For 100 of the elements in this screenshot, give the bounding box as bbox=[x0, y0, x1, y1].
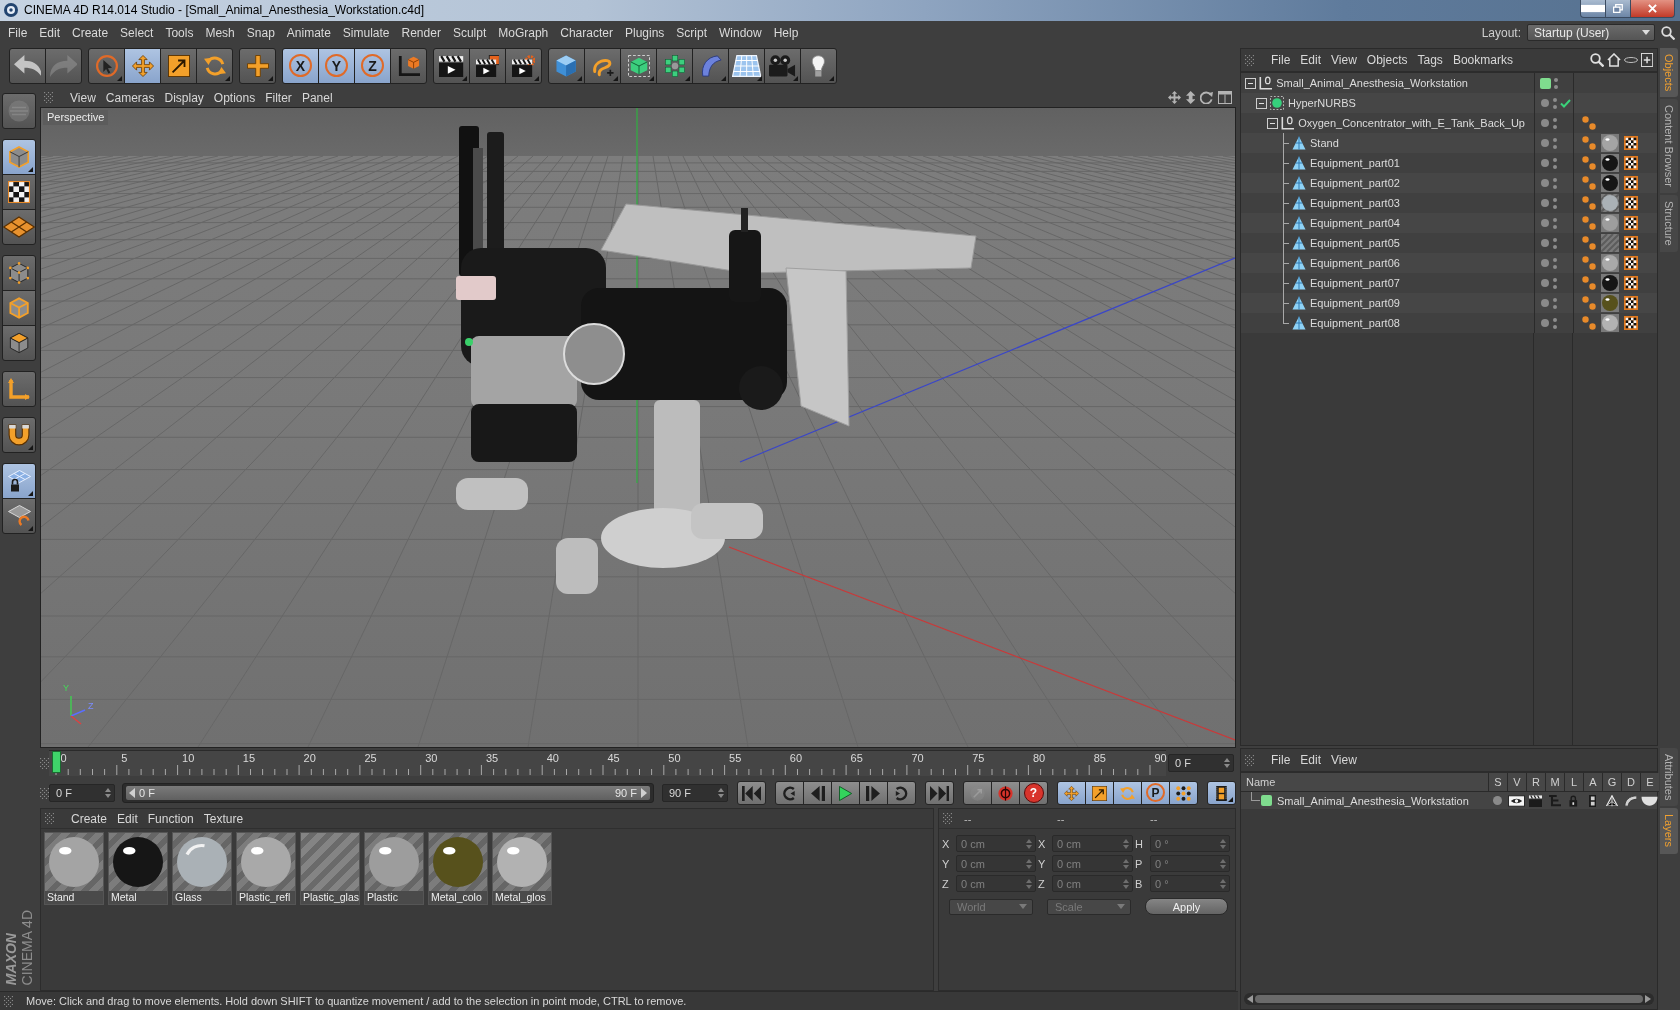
layer-dot-icon[interactable] bbox=[1541, 319, 1549, 327]
menu-item[interactable]: File bbox=[1266, 53, 1296, 67]
menu-item[interactable]: MoGraph bbox=[492, 22, 555, 43]
layer-dot-icon[interactable] bbox=[1541, 139, 1549, 147]
object-row[interactable]: Equipment_part05 bbox=[1241, 233, 1657, 253]
menu-item[interactable]: Script bbox=[670, 22, 713, 43]
menu-item[interactable]: Cameras bbox=[100, 90, 160, 105]
maximize-view-icon[interactable] bbox=[1218, 91, 1232, 104]
side-tab[interactable]: Structure bbox=[1660, 195, 1678, 252]
axis-lock-button[interactable]: Y bbox=[318, 48, 355, 84]
material-swatch[interactable]: Plastic bbox=[364, 832, 424, 905]
play-button[interactable] bbox=[831, 781, 860, 805]
menu-item[interactable]: Texture bbox=[198, 811, 249, 826]
next-frame-button[interactable] bbox=[859, 781, 888, 805]
visibility-dots-icon[interactable] bbox=[1553, 117, 1557, 129]
key-rotate-button[interactable] bbox=[1113, 781, 1142, 805]
nurbs-button[interactable] bbox=[620, 48, 657, 84]
checker-tag-icon[interactable] bbox=[1624, 296, 1638, 310]
array-button[interactable] bbox=[656, 48, 693, 84]
menu-item[interactable]: Plugins bbox=[618, 22, 671, 43]
layer-swatch-icon[interactable] bbox=[1261, 795, 1272, 806]
menu-item[interactable]: Animate bbox=[280, 22, 337, 43]
home-icon[interactable] bbox=[1606, 53, 1621, 67]
snap-settings-button[interactable] bbox=[2, 498, 36, 534]
side-tab[interactable]: Attributes bbox=[1660, 748, 1678, 807]
bowl-icon[interactable] bbox=[1641, 794, 1658, 807]
prev-frame-button[interactable] bbox=[803, 781, 832, 805]
snap-button[interactable] bbox=[2, 463, 36, 499]
visibility-dots-icon[interactable] bbox=[1553, 297, 1557, 309]
horizontal-scrollbar[interactable] bbox=[1244, 993, 1654, 1005]
model-button[interactable] bbox=[2, 139, 36, 175]
grip-icon[interactable] bbox=[943, 813, 952, 824]
menu-item[interactable]: Character bbox=[554, 22, 619, 43]
visibility-dots-icon[interactable] bbox=[1553, 217, 1557, 229]
menu-item[interactable]: View bbox=[1326, 53, 1362, 67]
clapper-icon[interactable] bbox=[1528, 794, 1543, 807]
object-row[interactable]: Equipment_part06 bbox=[1241, 253, 1657, 273]
tweak-button[interactable] bbox=[2, 417, 36, 453]
menu-item[interactable]: View bbox=[1326, 753, 1362, 767]
end-frame-field[interactable]: 90 F bbox=[662, 784, 728, 802]
menu-item[interactable]: Sculpt bbox=[446, 22, 493, 43]
off-dot-icon[interactable] bbox=[1493, 796, 1502, 805]
select-button[interactable] bbox=[88, 48, 125, 84]
new-window-icon[interactable] bbox=[1640, 53, 1653, 67]
checker-tag-icon[interactable] bbox=[1624, 276, 1638, 290]
layer-dot-icon[interactable] bbox=[1541, 119, 1549, 127]
search-icon[interactable] bbox=[1661, 25, 1675, 40]
layer-dot-icon[interactable] bbox=[1541, 219, 1549, 227]
layer-dot-icon[interactable] bbox=[1541, 279, 1549, 287]
tag-dots-icon[interactable] bbox=[1582, 316, 1596, 330]
oval-icon[interactable] bbox=[1623, 57, 1638, 63]
material-tag-icon[interactable] bbox=[1601, 314, 1619, 332]
material-swatch[interactable]: Metal_colo bbox=[428, 832, 488, 905]
layer-dot-icon[interactable] bbox=[1541, 259, 1549, 267]
key-dots-button[interactable] bbox=[1169, 781, 1198, 805]
rotate-button[interactable] bbox=[196, 48, 233, 84]
material-swatch[interactable]: Plastic_glas bbox=[300, 832, 360, 905]
undo-button[interactable] bbox=[9, 48, 46, 84]
layer-dot-icon[interactable] bbox=[1541, 299, 1549, 307]
equipment-model-drawing[interactable] bbox=[456, 126, 977, 594]
eye-icon[interactable] bbox=[1508, 794, 1525, 807]
deformer-button[interactable] bbox=[692, 48, 729, 84]
tag-dots-icon[interactable] bbox=[1582, 296, 1596, 310]
bent-plate-icon[interactable] bbox=[1623, 794, 1638, 807]
arrow-left-icon[interactable] bbox=[129, 788, 135, 798]
workplane-button[interactable] bbox=[2, 209, 36, 245]
material-tag-icon[interactable] bbox=[1601, 194, 1619, 212]
tag-dots-icon[interactable] bbox=[1582, 156, 1596, 170]
cube-button[interactable] bbox=[548, 48, 585, 84]
menu-item[interactable]: View bbox=[65, 90, 101, 105]
scrollbar-thumb[interactable] bbox=[1255, 995, 1643, 1003]
current-frame-field[interactable]: 0 F bbox=[1168, 754, 1234, 772]
column-header[interactable]: M bbox=[1545, 773, 1564, 792]
spline-button[interactable] bbox=[584, 48, 621, 84]
menu-item[interactable]: Options bbox=[208, 90, 261, 105]
layer-dot-icon[interactable] bbox=[1541, 99, 1549, 107]
menu-item[interactable]: Snap bbox=[240, 22, 281, 43]
tag-dots-icon[interactable] bbox=[1582, 216, 1596, 230]
key-param-button[interactable]: P bbox=[1141, 781, 1170, 805]
material-swatch[interactable]: Stand bbox=[44, 832, 104, 905]
checker-tag-icon[interactable] bbox=[1624, 136, 1638, 150]
camera-button[interactable] bbox=[764, 48, 801, 84]
layer-dot-icon[interactable] bbox=[1541, 159, 1549, 167]
checker-tag-icon[interactable] bbox=[1624, 196, 1638, 210]
side-tab[interactable]: Content Browser bbox=[1660, 99, 1678, 194]
grip-icon[interactable] bbox=[40, 757, 49, 769]
material-swatch[interactable]: Metal_glos bbox=[492, 832, 552, 905]
column-header[interactable]: Name bbox=[1241, 773, 1488, 792]
zoom-view-icon[interactable] bbox=[1185, 91, 1195, 104]
add-button[interactable] bbox=[239, 48, 276, 84]
menu-item[interactable]: Window bbox=[713, 22, 768, 43]
object-row[interactable]: Equipment_part04 bbox=[1241, 213, 1657, 233]
collapse-toggle-icon[interactable] bbox=[1256, 97, 1267, 109]
column-header[interactable]: D bbox=[1621, 773, 1640, 792]
material-tag-icon[interactable] bbox=[1601, 274, 1619, 292]
material-tag-icon[interactable] bbox=[1601, 154, 1619, 172]
light-button[interactable] bbox=[800, 48, 837, 84]
grip-icon[interactable] bbox=[1245, 754, 1254, 766]
go-end-button[interactable] bbox=[925, 781, 954, 805]
checker-tag-icon[interactable] bbox=[1624, 236, 1638, 250]
